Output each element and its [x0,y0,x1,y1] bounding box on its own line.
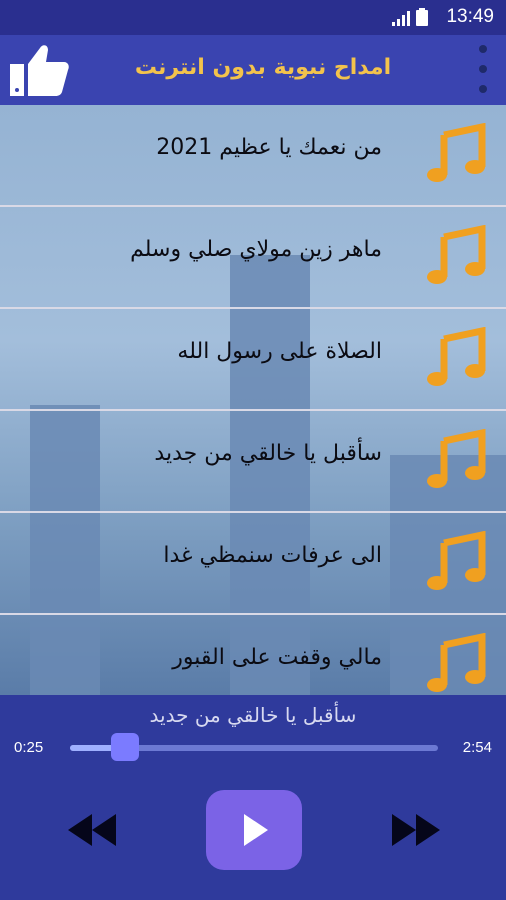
music-note-icon [427,531,486,590]
app-bar: امداح نبوية بدون انترنت [0,35,506,105]
now-playing-title: سأقبل يا خالقي من جديد [149,703,357,727]
song-item[interactable]: ماهر زين مولاي صلي وسلم [0,207,506,309]
song-list: من نعمك يا عظيم 2021 ماهر زين مولاي صلي … [0,105,506,695]
song-item[interactable]: الصلاة على رسول الله [0,309,506,411]
player-panel: سأقبل يا خالقي من جديد 0:25 2:54 [0,695,506,900]
status-bar: 13:49 [0,0,506,35]
play-icon [244,814,268,846]
song-item[interactable]: من نعمك يا عظيم 2021 [0,105,506,207]
overflow-menu-icon[interactable] [476,45,490,93]
current-time: 0:25 [14,739,44,756]
song-title: الى عرفات سنمظي غدا [163,543,382,568]
song-item[interactable]: سأقبل يا خالقي من جديد [0,411,506,513]
song-title: مالي وقفت على القبور [172,645,382,670]
total-time: 2:54 [462,739,492,756]
status-icons [392,8,428,26]
music-note-icon [427,429,486,488]
rewind-icon[interactable] [64,810,120,850]
fast-forward-icon[interactable] [388,810,444,850]
music-note-icon [427,225,486,284]
song-item[interactable]: الى عرفات سنمظي غدا [0,513,506,615]
play-button[interactable] [206,790,302,870]
seek-thumb[interactable] [111,733,140,761]
song-title: سأقبل يا خالقي من جديد [154,441,382,466]
song-title: ماهر زين مولاي صلي وسلم [130,237,382,262]
song-item[interactable]: مالي وقفت على القبور [0,615,506,695]
song-title: من نعمك يا عظيم 2021 [156,135,382,160]
status-time: 13:49 [446,6,494,27]
battery-icon [416,8,428,26]
app-title: امداح نبوية بدون انترنت [134,55,392,80]
music-note-icon [427,123,486,182]
signal-icon [392,11,410,26]
music-note-icon [427,633,486,692]
like-icon[interactable] [6,40,70,100]
music-note-icon [427,327,486,386]
song-title: الصلاة على رسول الله [177,339,382,364]
